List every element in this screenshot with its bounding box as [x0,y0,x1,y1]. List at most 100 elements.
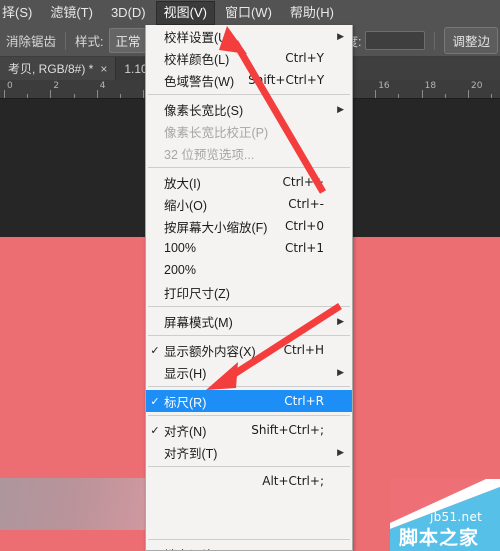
ruler-label: 0 [7,81,13,91]
watermark-site: jb51.net [430,510,483,524]
menu-separator [148,94,350,95]
menu-separator [148,415,350,416]
options-divider-1 [65,31,67,50]
view-menu-dropdown[interactable]: 校样设置(U) ▶ 校样颜色(L) Ctrl+Y 色域警告(W) Shift+Ctrl+Y… [145,25,353,551]
document-tab-1[interactable]: 考贝, RGB/8#) * × [0,57,117,80]
submenu-arrow-icon: ▶ [337,315,344,326]
menu-separator [148,335,350,336]
menu-separator [148,466,350,467]
menu-3d[interactable]: 3D(D) [103,1,154,25]
menu-item-label: 打印尺寸(Z) [164,286,230,301]
menu-item[interactable]: 打印尺寸(Z) [146,281,352,303]
menu-item-shortcut: Shift+Ctrl+Y [248,73,325,87]
menu-separator [148,539,350,540]
menu-item: 像素长宽比校正(P) [146,120,352,142]
menu-item-label: 32 位预览选项... [164,147,255,162]
menu-item: 32 位预览选项... [146,142,352,164]
check-icon: ✓ [150,424,160,437]
style-label: 样式: [75,35,104,49]
menu-item-label: 校样颜色(L) [164,52,230,67]
menu-item[interactable]: 缩小(O) Ctrl+- [146,193,352,215]
document-tab-1-title: 考贝, RGB/8#) * [8,62,94,76]
menu-item-shortcut: Ctrl+- [288,197,324,211]
menu-item-shortcut: Ctrl+1 [284,241,324,255]
ruler-label: 20 [471,81,483,91]
ruler-tick [468,90,469,98]
menu-item[interactable]: 对齐到(T) ▶ [146,441,352,463]
submenu-arrow-icon: ▶ [337,103,344,114]
menu-item-label: 显示额外内容(X) [164,344,256,359]
menu-item-label: 放大(I) [164,176,201,191]
ruler-label: 18 [424,81,437,91]
menu-item-shortcut: Shift+Ctrl+; [251,423,324,437]
height-input[interactable] [365,31,426,50]
menu-bar: 择(S) 滤镜(T) 3D(D) 视图(V) 窗口(W) 帮助(H) [0,0,500,25]
watermark-brand: 脚本之家 [399,528,480,549]
menu-item[interactable]: 校样设置(U) ▶ [146,25,352,47]
menu-separator [148,386,350,387]
close-icon[interactable]: × [100,62,107,76]
submenu-arrow-icon: ▶ [337,446,344,457]
antialias-label: 消除锯齿 [6,35,57,49]
menu-item-shortcut: Alt+Ctrl+; [262,474,324,488]
menu-item[interactable]: 按屏幕大小缩放(F) Ctrl+0 [146,215,352,237]
menu-item-label: 像素长宽比校正(P) [164,125,269,140]
style-dropdown[interactable]: 正常 [108,28,148,53]
menu-item[interactable]: ✓ 显示额外内容(X) Ctrl+H [146,339,352,361]
menu-item[interactable]: 显示(H) ▶ [146,361,352,383]
tab-bar-filler-right [352,57,500,80]
menu-item-label: 标尺(R) [164,395,207,410]
menu-item[interactable]: 校样颜色(L) Ctrl+Y [146,47,352,69]
menu-separator [148,306,350,307]
menu-item-shortcut: Ctrl+H [283,343,324,357]
menu-item[interactable]: 放大(I) Ctrl++ [146,171,352,193]
menu-view[interactable]: 视图(V) [155,0,215,25]
ruler-tick [421,90,423,98]
menu-item-label: 色域警告(W) [164,74,235,89]
menu-item[interactable]: ✓ 对齐(N) Shift+Ctrl+; [146,419,352,441]
check-icon: ✓ [150,395,160,408]
menu-item-label: 屏幕模式(M) [164,315,233,330]
menu-item[interactable]: 锁定切片(K) [146,543,352,551]
menu-item[interactable]: 清除参考线(E)... [146,514,352,536]
submenu-arrow-icon: ▶ [337,366,344,377]
refine-edge-button[interactable]: 调整边 [444,27,498,54]
menu-help[interactable]: 帮助(H) [282,1,342,25]
menu-item[interactable]: 色域警告(W) Shift+Ctrl+Y [146,69,352,91]
menu-item-label: 像素长宽比(S) [164,103,244,118]
menu-separator [148,167,350,168]
ruler-tick [96,90,98,98]
check-icon: ✓ [150,344,160,357]
menu-item[interactable]: 100% Ctrl+1 [146,237,352,259]
options-divider-2 [434,31,436,50]
menu-window[interactable]: 窗口(W) [217,1,280,25]
menu-item[interactable]: 显示参考线(G)Alt+Ctrl+; [146,470,352,492]
menu-item-label: 缩小(O) [164,198,208,213]
menu-filter[interactable]: 滤镜(T) [42,1,101,25]
ruler-tick [50,90,52,98]
ruler-tick [4,90,5,98]
menu-item-label: 显示(H) [164,366,207,381]
menu-item-label: 200% [164,263,196,277]
menu-item-shortcut: Ctrl+Y [285,51,324,65]
menu-item-label: 锁定切片(K) [164,545,310,551]
menu-item[interactable]: 像素长宽比(S) ▶ [146,98,352,120]
menu-item[interactable]: ✓ 标尺(R) Ctrl+R [146,390,352,412]
menu-item-label: 100% [164,241,196,255]
menu-select[interactable]: 择(S) [0,1,40,25]
menu-item-shortcut: Ctrl+R [284,394,324,408]
menu-item[interactable]: 200% [146,259,352,281]
ruler-tick [375,90,377,98]
menu-item-label: 对齐到(T) [164,446,218,461]
ruler-label: 16 [378,81,390,91]
menu-item-label: 校样设置(U) [164,30,232,45]
menu-item: 锁定参考线(D) [146,492,352,514]
ruler-label: 4 [99,81,106,91]
submenu-arrow-icon: ▶ [337,30,344,41]
menu-item-shortcut: Ctrl+0 [284,219,324,233]
menu-item-shortcut: Ctrl++ [282,175,324,189]
photoshop-window: 择(S) 滤镜(T) 3D(D) 视图(V) 窗口(W) 帮助(H) 消除锯齿 … [0,0,500,551]
watermark: jb51.net 脚本之家 [390,479,500,551]
menu-item[interactable]: 屏幕模式(M) ▶ [146,310,352,332]
ruler-label: 2 [53,81,60,91]
